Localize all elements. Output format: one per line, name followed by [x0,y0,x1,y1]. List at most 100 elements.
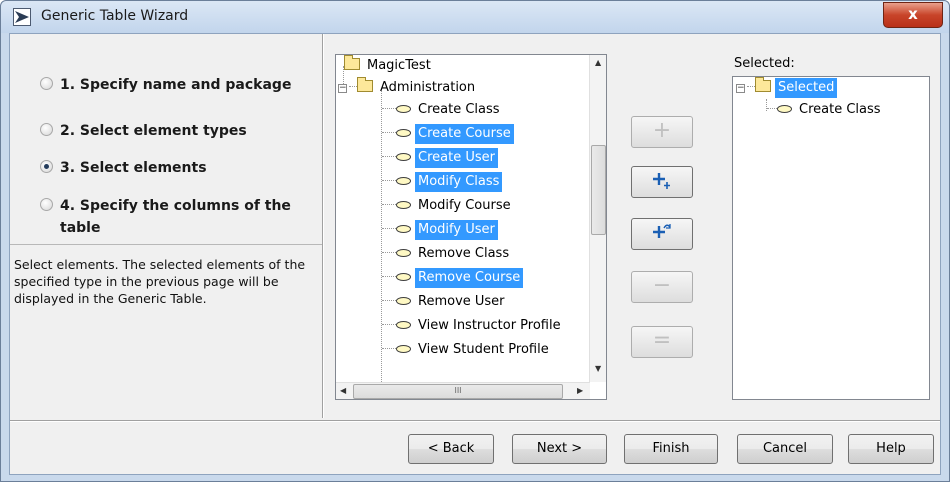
tree-item-label: Create Course [415,124,514,144]
remove-icon: − [652,273,672,298]
use-case-icon [396,249,411,257]
tree-item[interactable]: View Instructor Profile [382,315,564,337]
tree-item[interactable]: Create Class [382,99,503,121]
tree-vertical-scrollbar[interactable]: ▲ ▼ [589,55,606,382]
selected-label: Selected: [734,56,795,71]
scroll-down-icon[interactable]: ▼ [595,364,601,373]
tree-item-label: Remove Course [415,268,524,288]
selected-item-label: Create Class [799,102,881,117]
tree-connector [382,156,396,157]
tree-item-label: Create Class [418,102,500,117]
tree-item[interactable]: View Student Profile [382,339,552,361]
remove-all-button[interactable]: = [631,326,693,358]
use-case-icon [396,273,411,281]
tree-item[interactable]: Modify Course [382,195,514,217]
back-button[interactable]: < Back [408,434,494,464]
add-icon: + [652,118,672,143]
app-icon [13,8,31,26]
close-button[interactable]: x [883,2,943,28]
use-case-icon [396,225,411,233]
step-2-label: 2. Select element types [60,123,247,139]
add-recursive-icon [650,220,674,245]
footer-divider [10,420,940,422]
selected-root[interactable]: − Selected [736,77,838,99]
tree-item[interactable]: Create User [382,147,498,169]
step-4-radio[interactable] [40,198,53,211]
window-title: Generic Table Wizard [41,8,189,24]
vertical-scroll-thumb[interactable] [591,145,606,235]
help-button[interactable]: Help [848,434,934,464]
tree-item-label: Modify Class [415,172,503,192]
folder-icon [755,77,771,92]
tree-root-label: MagicTest [367,58,431,73]
step-1-label: 1. Specify name and package [60,77,292,93]
next-button[interactable]: Next > [512,434,607,464]
steps-list: 1. Specify name and package 2. Select el… [10,38,322,241]
tree-item[interactable]: Create Course [382,123,514,145]
use-case-icon [777,105,792,113]
tree-connector [382,348,396,349]
available-elements-tree[interactable]: MagicTest − Administration Create Class Cr… [335,54,607,400]
use-case-icon [396,153,411,161]
add-button[interactable]: + [631,116,693,148]
horizontal-scroll-thumb[interactable]: III [353,384,563,399]
use-case-icon [396,105,411,113]
step-1-radio[interactable] [40,77,53,90]
wizard-window: Generic Table Wizard x 1. Specify name a… [0,0,950,482]
finish-button[interactable]: Finish [624,434,718,464]
step-2-radio[interactable] [40,123,53,136]
use-case-icon [396,345,411,353]
tree-connector [382,276,396,277]
tree-item[interactable]: Remove Class [382,243,512,265]
tree-item[interactable]: Remove Course [382,267,524,289]
tree-connector [382,180,396,181]
add-all-button[interactable] [631,166,693,198]
tree-item-label: Modify User [415,220,498,240]
tree-group-label: Administration [380,80,476,95]
step-description: Select elements. The selected elements o… [14,257,306,306]
collapse-icon[interactable]: − [338,84,347,93]
add-recursive-button[interactable] [631,218,693,250]
tree-horizontal-scrollbar[interactable]: ◀ III ▶ [336,382,590,399]
use-case-icon [396,177,411,185]
package-icon [344,55,360,70]
tree-item-label: Remove Class [418,246,510,261]
tree-item-label: View Student Profile [418,342,549,357]
folder-icon [357,77,373,92]
tree-item[interactable]: Modify User [382,219,498,241]
tree-connector [382,252,396,253]
scroll-right-icon[interactable]: ▶ [577,386,583,395]
tree-item-label: View Instructor Profile [418,318,561,333]
tree-item[interactable]: Modify Class [382,171,503,193]
scroll-left-icon[interactable]: ◀ [340,386,346,395]
step-4-label: 4. Specify the columns of the table [60,198,291,236]
panel-divider [322,34,324,418]
collapse-icon[interactable]: − [736,84,745,93]
tree-connector [382,132,396,133]
tree-connector [382,108,396,109]
use-case-icon [396,201,411,209]
scroll-up-icon[interactable]: ▲ [595,58,601,67]
step-3-label: 3. Select elements [60,160,207,176]
use-case-icon [396,321,411,329]
cancel-button[interactable]: Cancel [737,434,833,464]
selected-item[interactable]: Create Class [767,99,884,121]
remove-all-icon: = [652,328,672,353]
tree-connector [382,300,396,301]
left-divider [10,244,322,245]
tree-root[interactable]: MagicTest [344,55,434,77]
tree-group[interactable]: − Administration [338,77,478,99]
title-bar[interactable]: Generic Table Wizard x [1,1,949,33]
remove-button[interactable]: − [631,271,693,303]
add-all-icon [650,168,674,193]
step-3-radio[interactable] [40,160,53,173]
wizard-body: 1. Specify name and package 2. Select el… [9,33,941,475]
tree-item-label: Modify Course [418,198,511,213]
tree-item-label: Remove User [418,294,505,309]
selected-elements-tree[interactable]: − Selected Create Class [732,76,930,400]
tree-item-label: Create User [415,148,498,168]
tree-connector [382,324,396,325]
use-case-icon [396,297,411,305]
tree-item[interactable]: Remove User [382,291,508,313]
use-case-icon [396,129,411,137]
